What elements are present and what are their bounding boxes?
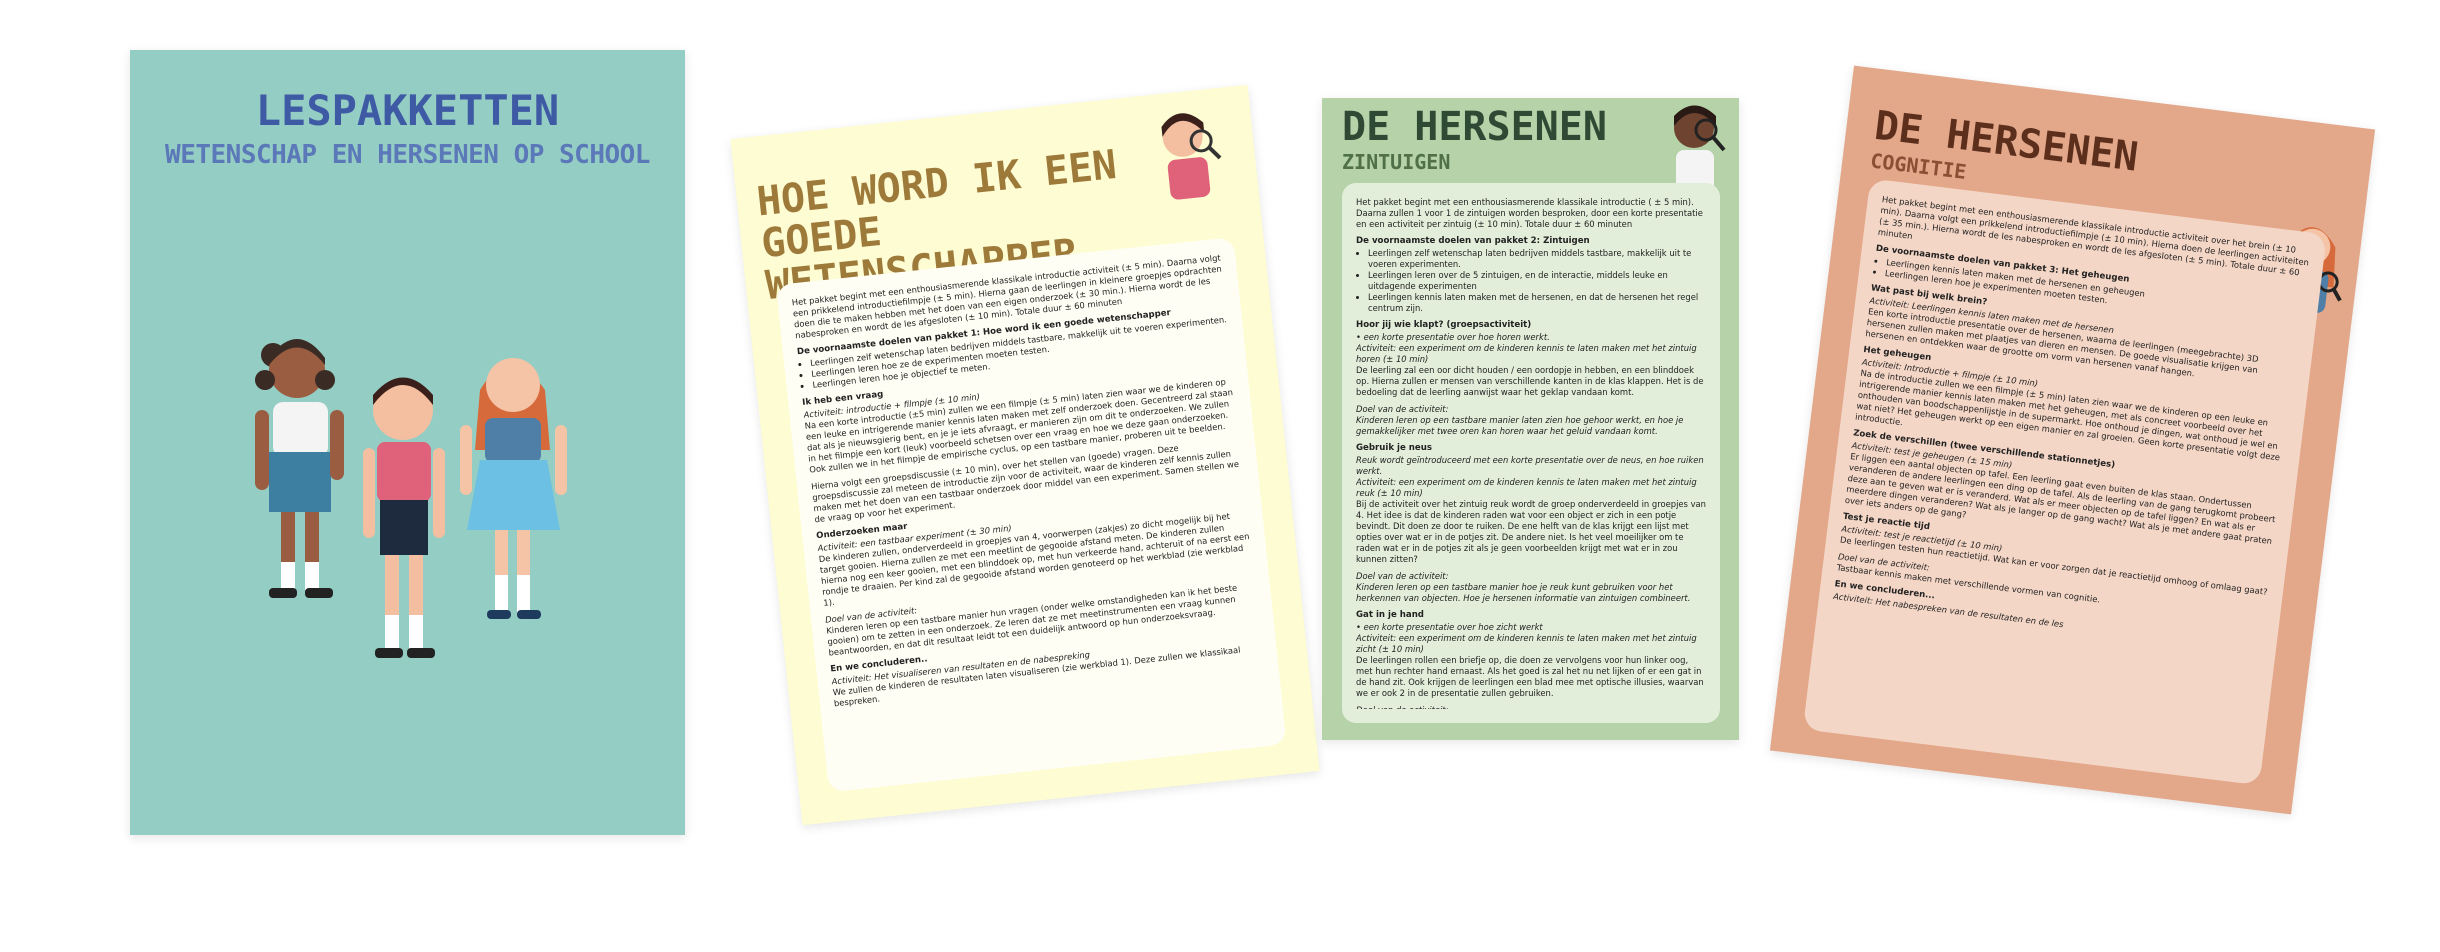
sheet3-text: Het pakket begint met een enthousiasmere… [1818,194,2311,770]
cover-title: LESPAKKETTEN [255,86,560,135]
section-goal-label: Doel van de activiteit: [1356,404,1449,414]
goal-item: Leerlingen kennis laten maken met de her… [1368,292,1706,314]
sheet3-content-panel: Het pakket begint met een enthousiasmere… [1802,178,2327,786]
goal-item: Leerlingen leren over de 5 zintuigen, en… [1368,270,1706,292]
section-activity-emph: Activiteit: een experiment om de kindere… [1356,633,1697,654]
sheet2-subtitle: ZINTUIGEN [1342,150,1451,174]
children-illustration [255,339,567,658]
section-goal-label: Doel van de activiteit: [1356,705,1706,709]
goal-item: Leerlingen zelf wetenschap laten bedrijv… [1368,248,1706,270]
section-goal: Kinderen leren op een tastbare manier la… [1356,415,1684,436]
section-activity: • een korte presentatie over hoe zicht w… [1356,622,1543,632]
goals-heading: De voornaamste doelen van pakket 2: Zint… [1356,236,1590,246]
child-middle-illustration [363,377,445,658]
intro-paragraph: Het pakket begint met een enthousiasmere… [1356,197,1703,229]
sheet2-title: DE HERSENEN [1342,104,1607,150]
sheet1-content-panel: Het pakket begint met een enthousiasmere… [775,237,1287,793]
section-activity-emph: Activiteit: een experiment om de kindere… [1356,343,1697,364]
scientist-avatar-icon [1161,113,1222,200]
section-text: De leerling zal een oor dicht houden / e… [1356,365,1704,397]
section-goal: Kinderen leren op een tastbare manier ho… [1356,582,1691,603]
section-goal-label: Doel van de activiteit: [1356,571,1449,581]
cover-subtitle: WETENSCHAP EN HERSENEN OP SCHOOL [165,140,650,170]
goals-list: Leerlingen zelf wetenschap laten bedrijv… [1356,248,1706,314]
package-sheet-cognition: DE HERSENEN COGNITIE Het pakket begint m… [1769,65,2376,815]
sheet1-text: Het pakket begint met een enthousiasmere… [791,252,1271,777]
section-activity: Reuk wordt geïntroduceerd met een korte … [1356,455,1704,476]
section-heading: Hoor jij wie klapt? (groepsactiviteit) [1356,320,1532,330]
package-sheet-senses: DE HERSENEN ZINTUIGEN Het pakket begint … [1322,98,1739,740]
sheet2-text: Het pakket begint met een enthousiasmere… [1356,197,1706,709]
section-activity-emph: Activiteit: een experiment om de kindere… [1356,477,1697,498]
cover-sheet: LESPAKKETTEN WETENSCHAP EN HERSENEN OP S… [130,50,685,835]
girl-magnifier-avatar-icon [1674,105,1726,192]
section-text: Bij de activiteit over het zintuig reuk … [1356,499,1706,564]
section-heading: Gebruik je neus [1356,443,1432,453]
sheet2-content-panel: Het pakket begint met een enthousiasmere… [1342,183,1720,723]
package-sheet-scientist: HOE WORD IK EEN GOEDE WETENSCHAPPER Het … [730,84,1320,826]
section-text: De leerlingen rollen een briefje op, die… [1356,655,1704,698]
section-heading: Gat in je hand [1356,610,1424,620]
child-right-illustration [460,358,567,619]
child-left-illustration [255,339,344,598]
section-activity: • een korte presentatie over hoe horen w… [1356,332,1550,342]
